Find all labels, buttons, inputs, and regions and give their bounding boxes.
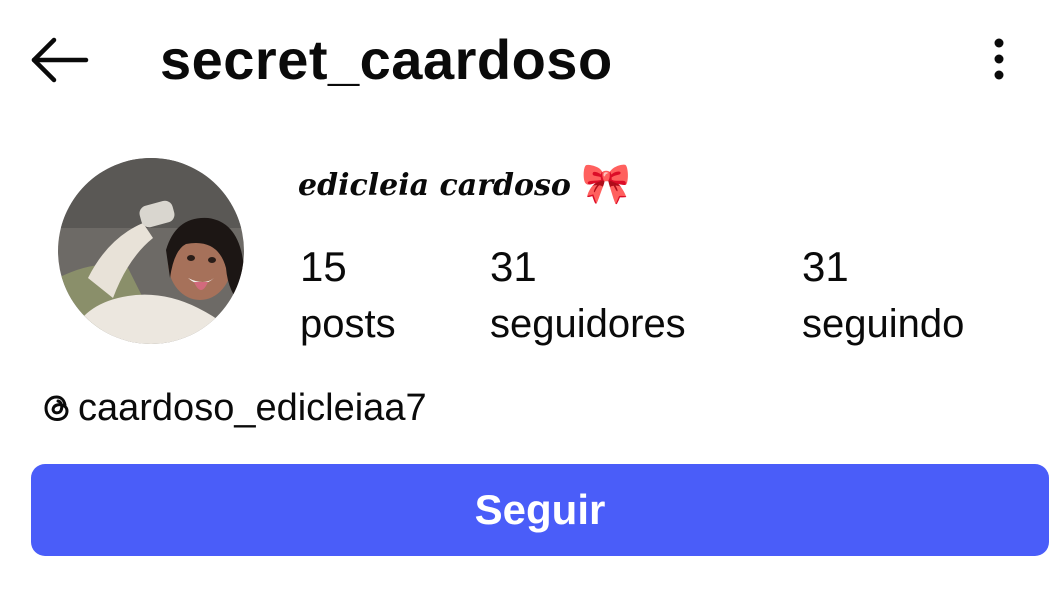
- posts-label: posts: [300, 302, 396, 346]
- more-vertical-icon: [994, 38, 1004, 80]
- following-label: seguindo: [802, 302, 965, 346]
- profile-page: secret_caardoso edicleia cardoso 🎀 15 po…: [0, 0, 1056, 599]
- more-options-button[interactable]: [984, 34, 1014, 84]
- stat-followers[interactable]: 31 seguidores: [490, 240, 686, 354]
- threads-icon: [44, 395, 69, 422]
- followers-label: seguidores: [490, 302, 686, 346]
- followers-count: 31: [490, 243, 537, 290]
- following-count: 31: [802, 243, 849, 290]
- page-title-username: secret_caardoso: [160, 28, 613, 91]
- profile-display-name: edicleia cardoso 🎀: [298, 158, 631, 212]
- stat-posts[interactable]: 15 posts: [300, 240, 396, 354]
- posts-count: 15: [300, 243, 347, 290]
- follow-button[interactable]: Seguir: [31, 464, 1049, 556]
- threads-handle: caardoso_edicleiaa7: [78, 387, 427, 429]
- stat-following[interactable]: 31 seguindo: [802, 240, 964, 354]
- threads-link[interactable]: caardoso_edicleiaa7: [38, 382, 427, 434]
- profile-header: secret_caardoso: [0, 0, 1056, 120]
- back-button[interactable]: [28, 34, 90, 86]
- profile-photo-icon: [58, 158, 244, 344]
- ribbon-icon: 🎀: [581, 161, 632, 207]
- avatar[interactable]: [58, 158, 244, 344]
- arrow-left-icon: [31, 37, 89, 83]
- display-name-text: edicleia cardoso: [298, 168, 571, 203]
